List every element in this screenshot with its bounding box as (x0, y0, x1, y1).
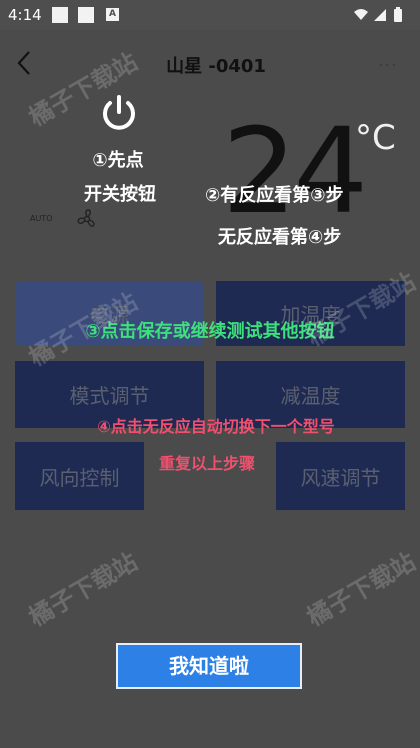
page-title: 山星 -0401 (166, 56, 266, 77)
wifi-icon (354, 9, 368, 20)
watermark: 橘子下载站 (302, 547, 420, 632)
guide-step1: ①先点 (92, 150, 144, 171)
guide-step2b: 无反应看第④步 (218, 227, 342, 248)
guide-repeat: 重复以上步骤 (158, 454, 255, 473)
battery-icon (394, 9, 402, 22)
power-icon[interactable] (99, 94, 139, 134)
status-bar: 4:14 A (0, 0, 420, 30)
got-it-button[interactable]: 我知道啦 (116, 643, 302, 689)
guide-step2: ②有反应看第③步 (205, 185, 344, 206)
system-status-icons (354, 7, 402, 22)
temperature-display: 24 (222, 102, 368, 240)
temperature-unit: °C (355, 118, 396, 158)
guide-switch-text: 开关按钮 (84, 184, 156, 205)
status-time: 4:14 (8, 6, 42, 24)
notification-icon (52, 7, 68, 23)
guide-step4: ④点击无反应自动切换下一个型号 (97, 417, 335, 436)
notification-icon (78, 7, 94, 23)
watermark: 橘子下载站 (24, 547, 143, 632)
fan-icon (77, 209, 95, 227)
signal-icon (374, 9, 386, 21)
a-badge-icon: A (106, 8, 119, 21)
more-icon[interactable]: ··· (379, 58, 398, 74)
mode-auto-label: AUTO (30, 214, 53, 223)
